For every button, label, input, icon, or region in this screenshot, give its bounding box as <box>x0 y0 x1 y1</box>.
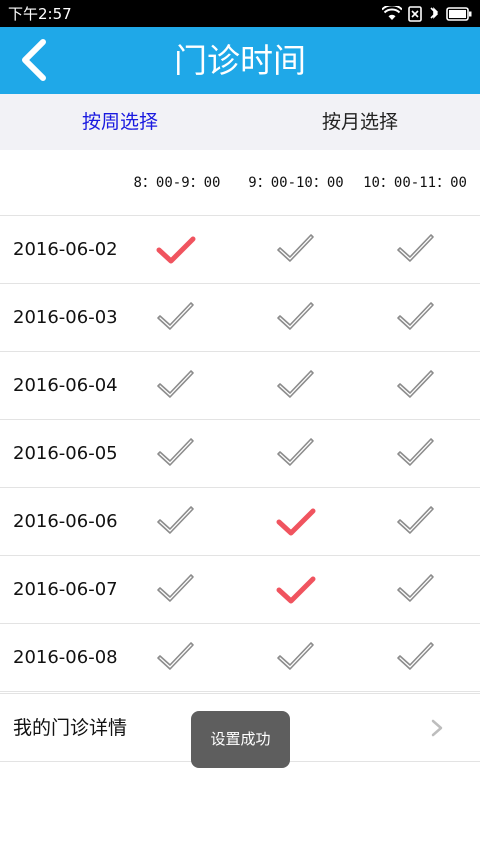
checkmark-icon[interactable] <box>275 638 317 678</box>
checkmark-icon[interactable] <box>395 298 437 338</box>
status-time: 下午2:57 <box>8 5 72 23</box>
tab-by-week[interactable]: 按周选择 <box>0 94 240 150</box>
row-date: 2016-06-07 <box>13 579 118 600</box>
time-slot-header: 8：00-9：00 9：00-10：00 10：00-11：00 <box>0 150 480 216</box>
schedule-row: 2016-06-08 <box>0 624 480 692</box>
header: 门诊时间 <box>0 27 480 94</box>
status-icons <box>382 5 472 22</box>
checkmark-icon[interactable] <box>395 570 437 610</box>
row-date: 2016-06-06 <box>13 511 118 532</box>
wifi-icon <box>382 5 402 22</box>
schedule-row: 2016-06-02 <box>0 216 480 284</box>
battery-icon <box>446 6 472 21</box>
checkmark-icon[interactable] <box>155 570 197 610</box>
time-slot-label: 8：00-9：00 <box>133 175 221 191</box>
row-date: 2016-06-03 <box>13 307 118 328</box>
toast-message: 设置成功 <box>191 711 290 768</box>
schedule-row: 2016-06-07 <box>0 556 480 624</box>
segment-selector: 按周选择 按月选择 <box>0 94 480 150</box>
chevron-right-icon <box>431 719 443 737</box>
checkmark-icon[interactable] <box>155 366 197 406</box>
status-bar: 下午2:57 <box>0 0 480 27</box>
sync-icon <box>428 6 440 22</box>
page-title: 门诊时间 <box>174 41 306 80</box>
sim-off-icon <box>408 5 422 22</box>
checkmark-icon[interactable] <box>395 638 437 678</box>
checkmark-icon[interactable] <box>395 366 437 406</box>
row-date: 2016-06-02 <box>13 239 118 260</box>
schedule-row: 2016-06-03 <box>0 284 480 352</box>
checkmark-selected-icon[interactable] <box>275 570 317 610</box>
checkmark-icon[interactable] <box>275 298 317 338</box>
checkmark-icon[interactable] <box>155 638 197 678</box>
time-slot-label: 9：00-10：00 <box>248 175 344 191</box>
page: 下午2:57 门诊时间 按周选择 按月选择 8：00-9：00 9：00-10：… <box>0 0 480 853</box>
row-date: 2016-06-05 <box>13 443 118 464</box>
schedule-row: 2016-06-05 <box>0 420 480 488</box>
checkmark-icon[interactable] <box>395 230 437 270</box>
schedule-row: 2016-06-06 <box>0 488 480 556</box>
checkmark-selected-icon[interactable] <box>275 502 317 542</box>
schedule-row: 2016-06-04 <box>0 352 480 420</box>
checkmark-icon[interactable] <box>155 502 197 542</box>
checkmark-icon[interactable] <box>395 502 437 542</box>
row-date: 2016-06-04 <box>13 375 118 396</box>
checkmark-icon[interactable] <box>275 434 317 474</box>
time-slot-label: 10：00-11：00 <box>363 175 467 191</box>
tab-by-month[interactable]: 按月选择 <box>240 94 480 150</box>
details-label: 我的门诊详情 <box>13 717 128 739</box>
checkmark-icon[interactable] <box>155 298 197 338</box>
checkmark-icon[interactable] <box>275 366 317 406</box>
row-date: 2016-06-08 <box>13 647 118 668</box>
checkmark-icon[interactable] <box>275 230 317 270</box>
checkmark-selected-icon[interactable] <box>155 230 197 270</box>
checkmark-icon[interactable] <box>395 434 437 474</box>
checkmark-icon[interactable] <box>155 434 197 474</box>
